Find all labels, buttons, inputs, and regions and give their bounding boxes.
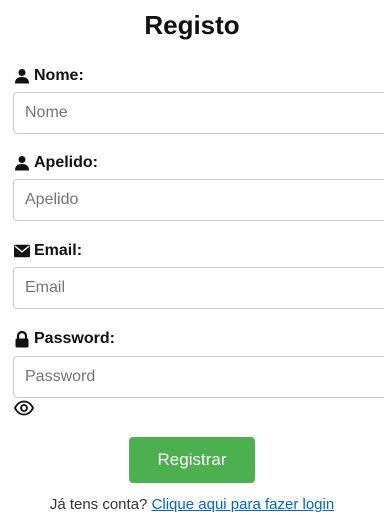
email-input[interactable]: [13, 267, 384, 309]
login-link[interactable]: Clique aqui para fazer login: [152, 496, 335, 513]
user-icon: [14, 68, 30, 84]
login-prompt: Já tens conta? Clique aqui para fazer lo…: [0, 496, 384, 513]
apelido-label: Apelido:: [14, 153, 98, 173]
register-page: Registo Nome: Apelido: Email: Password: …: [0, 0, 384, 515]
envelope-icon: [14, 243, 30, 259]
login-prompt-text: Já tens conta?: [49, 496, 148, 513]
nome-label-text: Nome:: [34, 67, 84, 84]
email-label-text: Email:: [34, 242, 83, 259]
lock-icon: [14, 330, 30, 347]
nome-input[interactable]: [13, 92, 384, 134]
password-label: Password:: [14, 329, 115, 349]
password-label-text: Password:: [34, 330, 115, 347]
register-button[interactable]: Registrar: [129, 437, 255, 483]
eye-icon[interactable]: [13, 400, 35, 416]
nome-label: Nome:: [14, 66, 84, 86]
email-label: Email:: [14, 241, 82, 261]
page-title: Registo: [144, 10, 240, 40]
password-input[interactable]: [13, 356, 384, 398]
user-icon: [14, 155, 30, 171]
apelido-label-text: Apelido:: [34, 154, 98, 171]
apelido-input[interactable]: [13, 179, 384, 221]
